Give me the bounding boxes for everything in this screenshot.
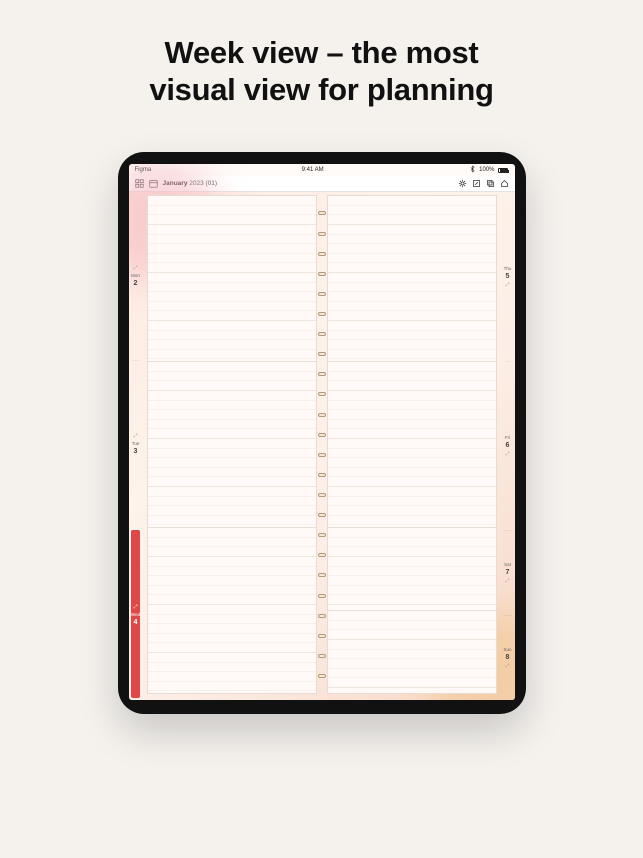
tablet-screen: Figma 9:41 AM 100% <box>129 164 515 700</box>
day-cell[interactable] <box>328 527 496 610</box>
battery-icon <box>498 168 508 173</box>
expand-icon: ⤢ <box>133 433 137 439</box>
day-of-week: Thu <box>504 266 512 271</box>
settings-gear-icon[interactable] <box>458 179 467 188</box>
day-number: 6 <box>506 442 510 449</box>
expand-icon: ⤢ <box>133 265 137 271</box>
day-tab-wed[interactable]: ⤢ Wed 4 <box>131 530 140 698</box>
status-bar-time: 9:41 AM <box>302 167 324 173</box>
home-icon[interactable] <box>500 179 509 188</box>
status-bar-battery-pct: 100% <box>479 167 494 173</box>
expand-icon: ⤢ <box>133 604 137 610</box>
marketing-headline: Week view – the most visual view for pla… <box>0 0 643 108</box>
day-tab-sat[interactable]: Sat 7 ⤢ <box>504 530 511 615</box>
expand-icon: ⤢ <box>505 663 509 669</box>
day-of-week: Wed <box>131 612 140 617</box>
view-grid-icon[interactable] <box>135 179 144 188</box>
notebook-binding <box>317 195 327 694</box>
calendar-icon[interactable] <box>149 179 158 188</box>
day-cell[interactable] <box>328 196 496 361</box>
title-year-week: 2023 (01) <box>187 180 217 187</box>
day-cell[interactable] <box>328 361 496 527</box>
day-tab-fri[interactable]: Fri 6 ⤢ <box>505 361 510 530</box>
day-cell[interactable] <box>148 527 316 693</box>
day-number: 7 <box>506 569 510 576</box>
day-number: 2 <box>134 280 138 287</box>
title-month: January <box>163 180 188 187</box>
day-number: 8 <box>506 654 510 661</box>
day-number: 5 <box>506 273 510 280</box>
day-of-week: Tue <box>132 441 140 446</box>
day-number: 3 <box>134 448 138 455</box>
day-cell[interactable] <box>148 361 316 527</box>
status-bar: Figma 9:41 AM 100% <box>129 164 515 176</box>
left-day-tabs: ⤢ Mon 2 ⤢ Tue 3 ⤢ Wed 4 <box>129 192 143 700</box>
right-day-tabs: Thu 5 ⤢ Fri 6 ⤢ Sat 7 ⤢ Su <box>501 192 515 700</box>
day-tab-mon[interactable]: ⤢ Mon 2 <box>131 192 140 359</box>
bluetooth-icon <box>470 165 475 175</box>
day-tab-tue[interactable]: ⤢ Tue 3 <box>132 360 140 528</box>
expand-icon: ⤢ <box>505 451 509 457</box>
day-cell[interactable] <box>148 196 316 361</box>
expand-icon: ⤢ <box>505 282 509 288</box>
page-title[interactable]: January 2023 (01) <box>163 180 218 187</box>
expand-icon: ⤢ <box>505 578 509 584</box>
planner-left-page[interactable] <box>147 195 317 694</box>
headline-line-1: Week view – the most <box>40 34 603 71</box>
layers-icon[interactable] <box>486 179 495 188</box>
day-tab-sun[interactable]: Sun 8 ⤢ <box>503 615 511 700</box>
status-bar-app-name: Figma <box>135 167 152 173</box>
day-of-week: Fri <box>505 435 510 440</box>
day-number: 4 <box>134 619 138 626</box>
day-of-week: Sat <box>504 562 511 567</box>
week-planner-spread: ⤢ Mon 2 ⤢ Tue 3 ⤢ Wed 4 <box>129 192 515 700</box>
tablet-device-frame: Figma 9:41 AM 100% <box>118 152 526 714</box>
day-of-week: Mon <box>131 273 140 278</box>
day-of-week: Sun <box>503 647 511 652</box>
app-toolbar: January 2023 (01) <box>129 176 515 192</box>
day-tab-thu[interactable]: Thu 5 ⤢ <box>504 192 512 360</box>
planner-right-page[interactable] <box>327 195 497 694</box>
headline-line-2: visual view for planning <box>40 71 603 108</box>
edit-note-icon[interactable] <box>472 179 481 188</box>
day-cell[interactable] <box>328 610 496 693</box>
